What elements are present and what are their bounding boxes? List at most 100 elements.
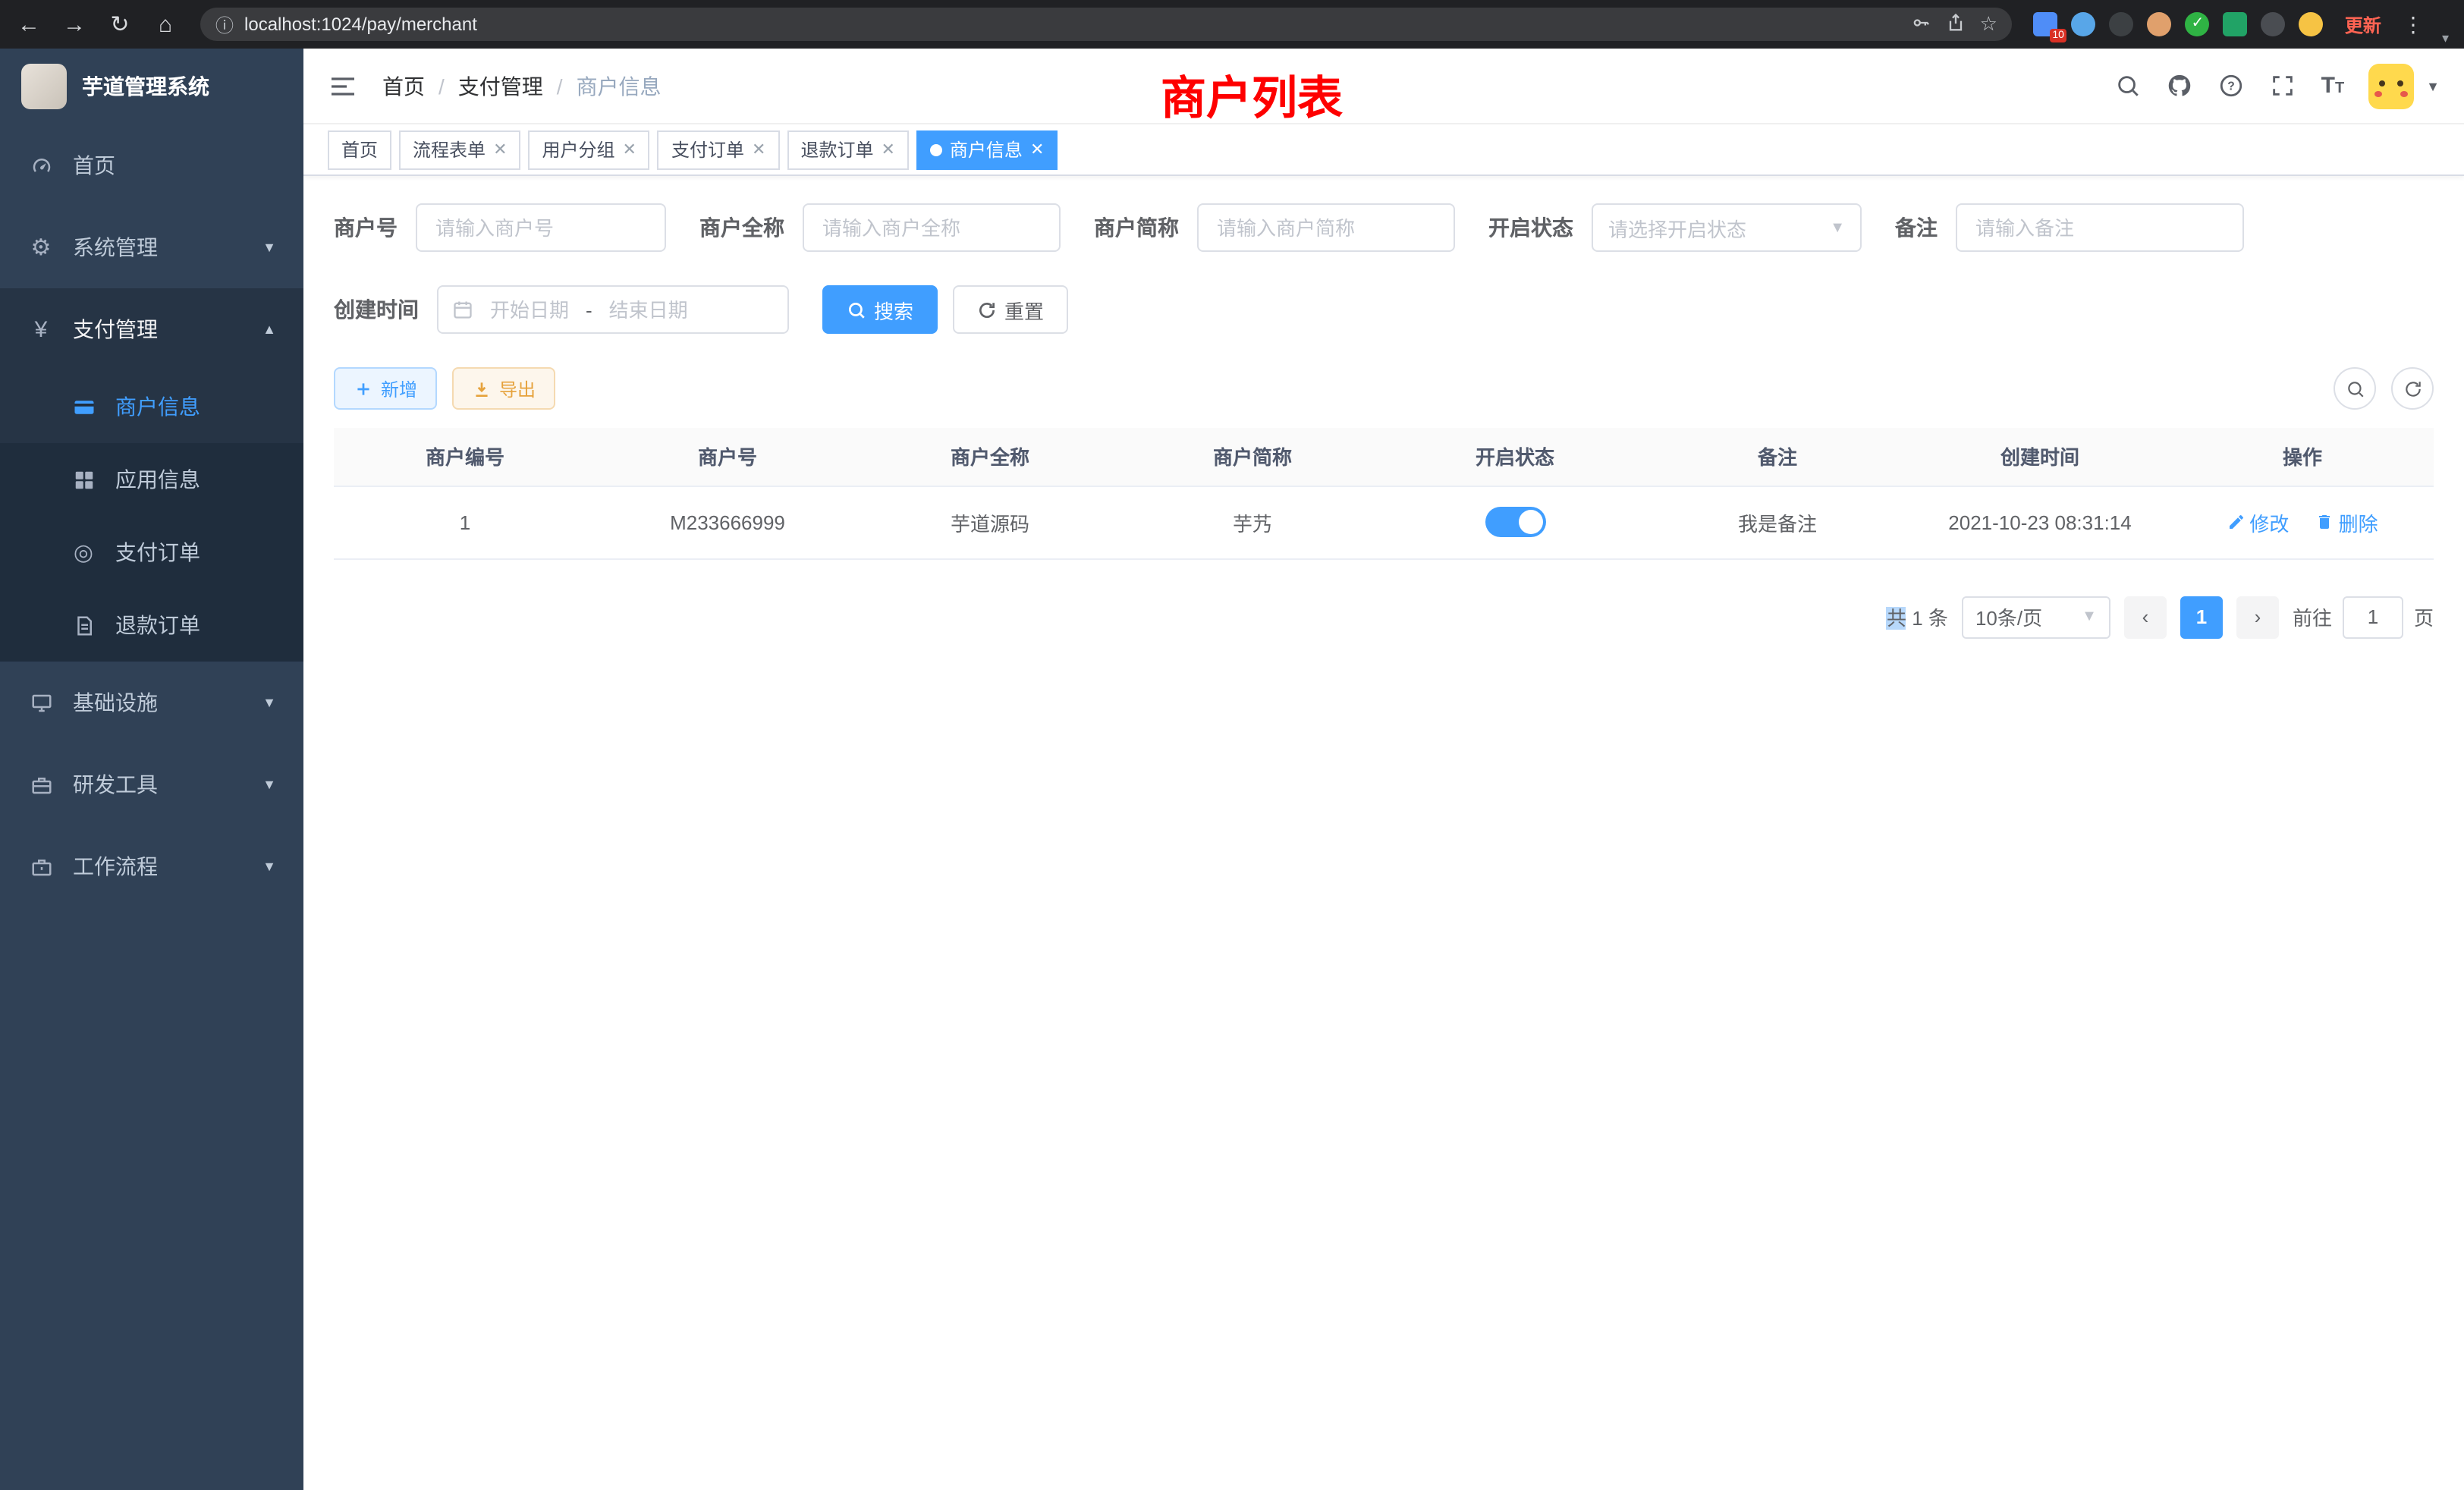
extension-icon[interactable] (2072, 12, 2096, 36)
reset-button[interactable]: 重置 (953, 285, 1068, 334)
profile-caret-icon[interactable]: ▾ (2442, 30, 2449, 47)
password-key-icon[interactable] (1910, 12, 1934, 36)
fullscreen-icon[interactable] (2270, 72, 2297, 99)
full-name-input[interactable] (803, 203, 1061, 252)
extension-icon[interactable] (2224, 12, 2248, 36)
share-icon[interactable] (1945, 12, 1969, 36)
extension-icon[interactable] (2148, 12, 2172, 36)
merchant-no-input[interactable] (416, 203, 666, 252)
breadcrumb-home[interactable]: 首页 (382, 71, 425, 101)
remark-input[interactable] (1956, 203, 2244, 252)
logo-avatar (21, 64, 67, 109)
extension-icon[interactable] (2261, 12, 2286, 36)
col-remark: 备注 (1646, 428, 1909, 486)
end-date-input[interactable] (602, 298, 696, 321)
browser-menu-icon[interactable]: ⋮ (2403, 11, 2424, 37)
top-navbar: 首页 / 支付管理 / 商户信息 商户列表 ? (303, 49, 2464, 124)
search-form: 商户号 商户全称 商户简称 开启状态 请选择开启状态 (334, 203, 2434, 367)
sidebar-item-infrastructure[interactable]: 基础设施 ▼ (0, 662, 303, 743)
refresh-table-button[interactable] (2391, 367, 2434, 410)
sidebar-item-refund-order[interactable]: 退款订单 (0, 589, 303, 662)
export-button[interactable]: 导出 (452, 367, 555, 410)
toggle-search-button[interactable] (2334, 367, 2376, 410)
delete-link[interactable]: 删除 (2316, 508, 2378, 536)
screen: ← → ↻ ⌂ ⓘ localhost:1024/pay/merchant ☆ … (0, 0, 2464, 1490)
close-icon[interactable]: ✕ (881, 140, 894, 159)
extension-icon[interactable] (2299, 12, 2324, 36)
prev-page-button[interactable]: ‹ (2124, 596, 2167, 638)
back-icon[interactable]: ← (15, 11, 42, 37)
document-icon (70, 614, 97, 637)
sidebar-item-home[interactable]: 首页 (0, 124, 303, 206)
sidebar-item-merchant-info[interactable]: 商户信息 (0, 370, 303, 443)
search-button[interactable]: 搜索 (822, 285, 938, 334)
goto-page-input[interactable] (2343, 596, 2403, 638)
sidebar-item-pay-order[interactable]: ◎ 支付订单 (0, 516, 303, 589)
tab-refund-order[interactable]: 退款订单✕ (787, 130, 908, 169)
sidebar-item-workflow[interactable]: 工作流程 ▼ (0, 825, 303, 907)
status-select[interactable]: 请选择开启状态 ▼ (1592, 203, 1862, 252)
user-avatar[interactable] (2368, 63, 2414, 108)
chevron-down-icon[interactable]: ▼ (2426, 78, 2440, 93)
start-date-input[interactable] (482, 298, 577, 321)
chevron-down-icon: ▼ (1830, 219, 1845, 236)
extension-icon[interactable]: ✓ (2186, 12, 2210, 36)
extension-icon[interactable]: 10 (2034, 12, 2058, 36)
forward-icon[interactable]: → (61, 11, 88, 37)
goto-page: 前往 页 (2293, 596, 2434, 638)
page-content: 商户号 商户全称 商户简称 开启状态 请选择开启状态 (303, 176, 2464, 1490)
search-icon[interactable] (2115, 72, 2142, 99)
navbar-actions: ? TT ▼ (2115, 63, 2440, 108)
create-time-range-picker[interactable]: - (437, 285, 789, 334)
close-icon[interactable]: ✕ (623, 140, 636, 159)
add-button[interactable]: 新增 (334, 367, 437, 410)
chevron-down-icon: ▼ (262, 777, 276, 792)
tab-home[interactable]: 首页 (328, 130, 391, 169)
close-icon[interactable]: ✕ (493, 140, 507, 159)
edit-link[interactable]: 修改 (2227, 508, 2289, 536)
close-icon[interactable]: ✕ (1030, 140, 1044, 159)
help-icon[interactable]: ? (2218, 72, 2246, 99)
sidebar-item-system[interactable]: ⚙ 系统管理 ▼ (0, 206, 303, 288)
extension-badge: 10 (2049, 29, 2067, 42)
hamburger-icon[interactable] (328, 71, 358, 101)
breadcrumb-payment[interactable]: 支付管理 (458, 71, 543, 101)
home-icon[interactable]: ⌂ (152, 11, 179, 37)
url-text[interactable]: localhost:1024/pay/merchant (244, 14, 1900, 35)
page-size-select[interactable]: 10条/页 ▼ (1962, 596, 2110, 638)
cell-actions: 修改 删除 (2171, 486, 2434, 558)
merchant-no-label: 商户号 (334, 212, 398, 243)
status-toggle[interactable] (1485, 507, 1545, 537)
reload-icon[interactable]: ↻ (106, 11, 134, 38)
col-create-time: 创建时间 (1909, 428, 2171, 486)
extension-icon[interactable] (2110, 12, 2134, 36)
pagination: 共 1 条 10条/页 ▼ ‹ 1 › 前往 页 (334, 596, 2434, 638)
address-bar[interactable]: ⓘ localhost:1024/pay/merchant ☆ (200, 8, 2013, 41)
chrome-update-button[interactable]: 更新 (2345, 11, 2381, 37)
github-icon[interactable] (2167, 72, 2194, 99)
sidebar-item-dev-tools[interactable]: 研发工具 ▼ (0, 743, 303, 825)
page-number-1[interactable]: 1 (2180, 596, 2223, 638)
search-icon (2345, 379, 2365, 398)
short-name-input[interactable] (1197, 203, 1455, 252)
tab-user-group[interactable]: 用户分组✕ (529, 130, 650, 169)
trash-icon (2316, 513, 2334, 531)
create-time-label: 创建时间 (334, 294, 419, 325)
refresh-icon (977, 300, 997, 319)
tab-pay-order[interactable]: 支付订单✕ (658, 130, 779, 169)
next-page-button[interactable]: › (2236, 596, 2279, 638)
logo-area[interactable]: 芋道管理系统 (0, 49, 303, 124)
browser-toolbar: ← → ↻ ⌂ ⓘ localhost:1024/pay/merchant ☆ … (0, 0, 2464, 49)
site-info-icon[interactable]: ⓘ (215, 11, 234, 37)
sidebar-item-payment[interactable]: ¥ 支付管理 ▲ (0, 288, 303, 370)
font-size-icon[interactable]: TT (2321, 73, 2345, 99)
close-icon[interactable]: ✕ (752, 140, 765, 159)
sidebar-item-app-info[interactable]: 应用信息 (0, 443, 303, 516)
bookmark-star-icon[interactable]: ☆ (1980, 12, 1997, 36)
tab-process-form[interactable]: 流程表单✕ (399, 130, 520, 169)
sidebar-item-label: 支付管理 (73, 314, 158, 344)
tab-merchant-info[interactable]: 商户信息✕ (916, 130, 1058, 169)
cell-merchant-no: M233666999 (596, 486, 859, 558)
credit-card-icon (70, 395, 97, 418)
toolbox-icon (27, 773, 55, 796)
